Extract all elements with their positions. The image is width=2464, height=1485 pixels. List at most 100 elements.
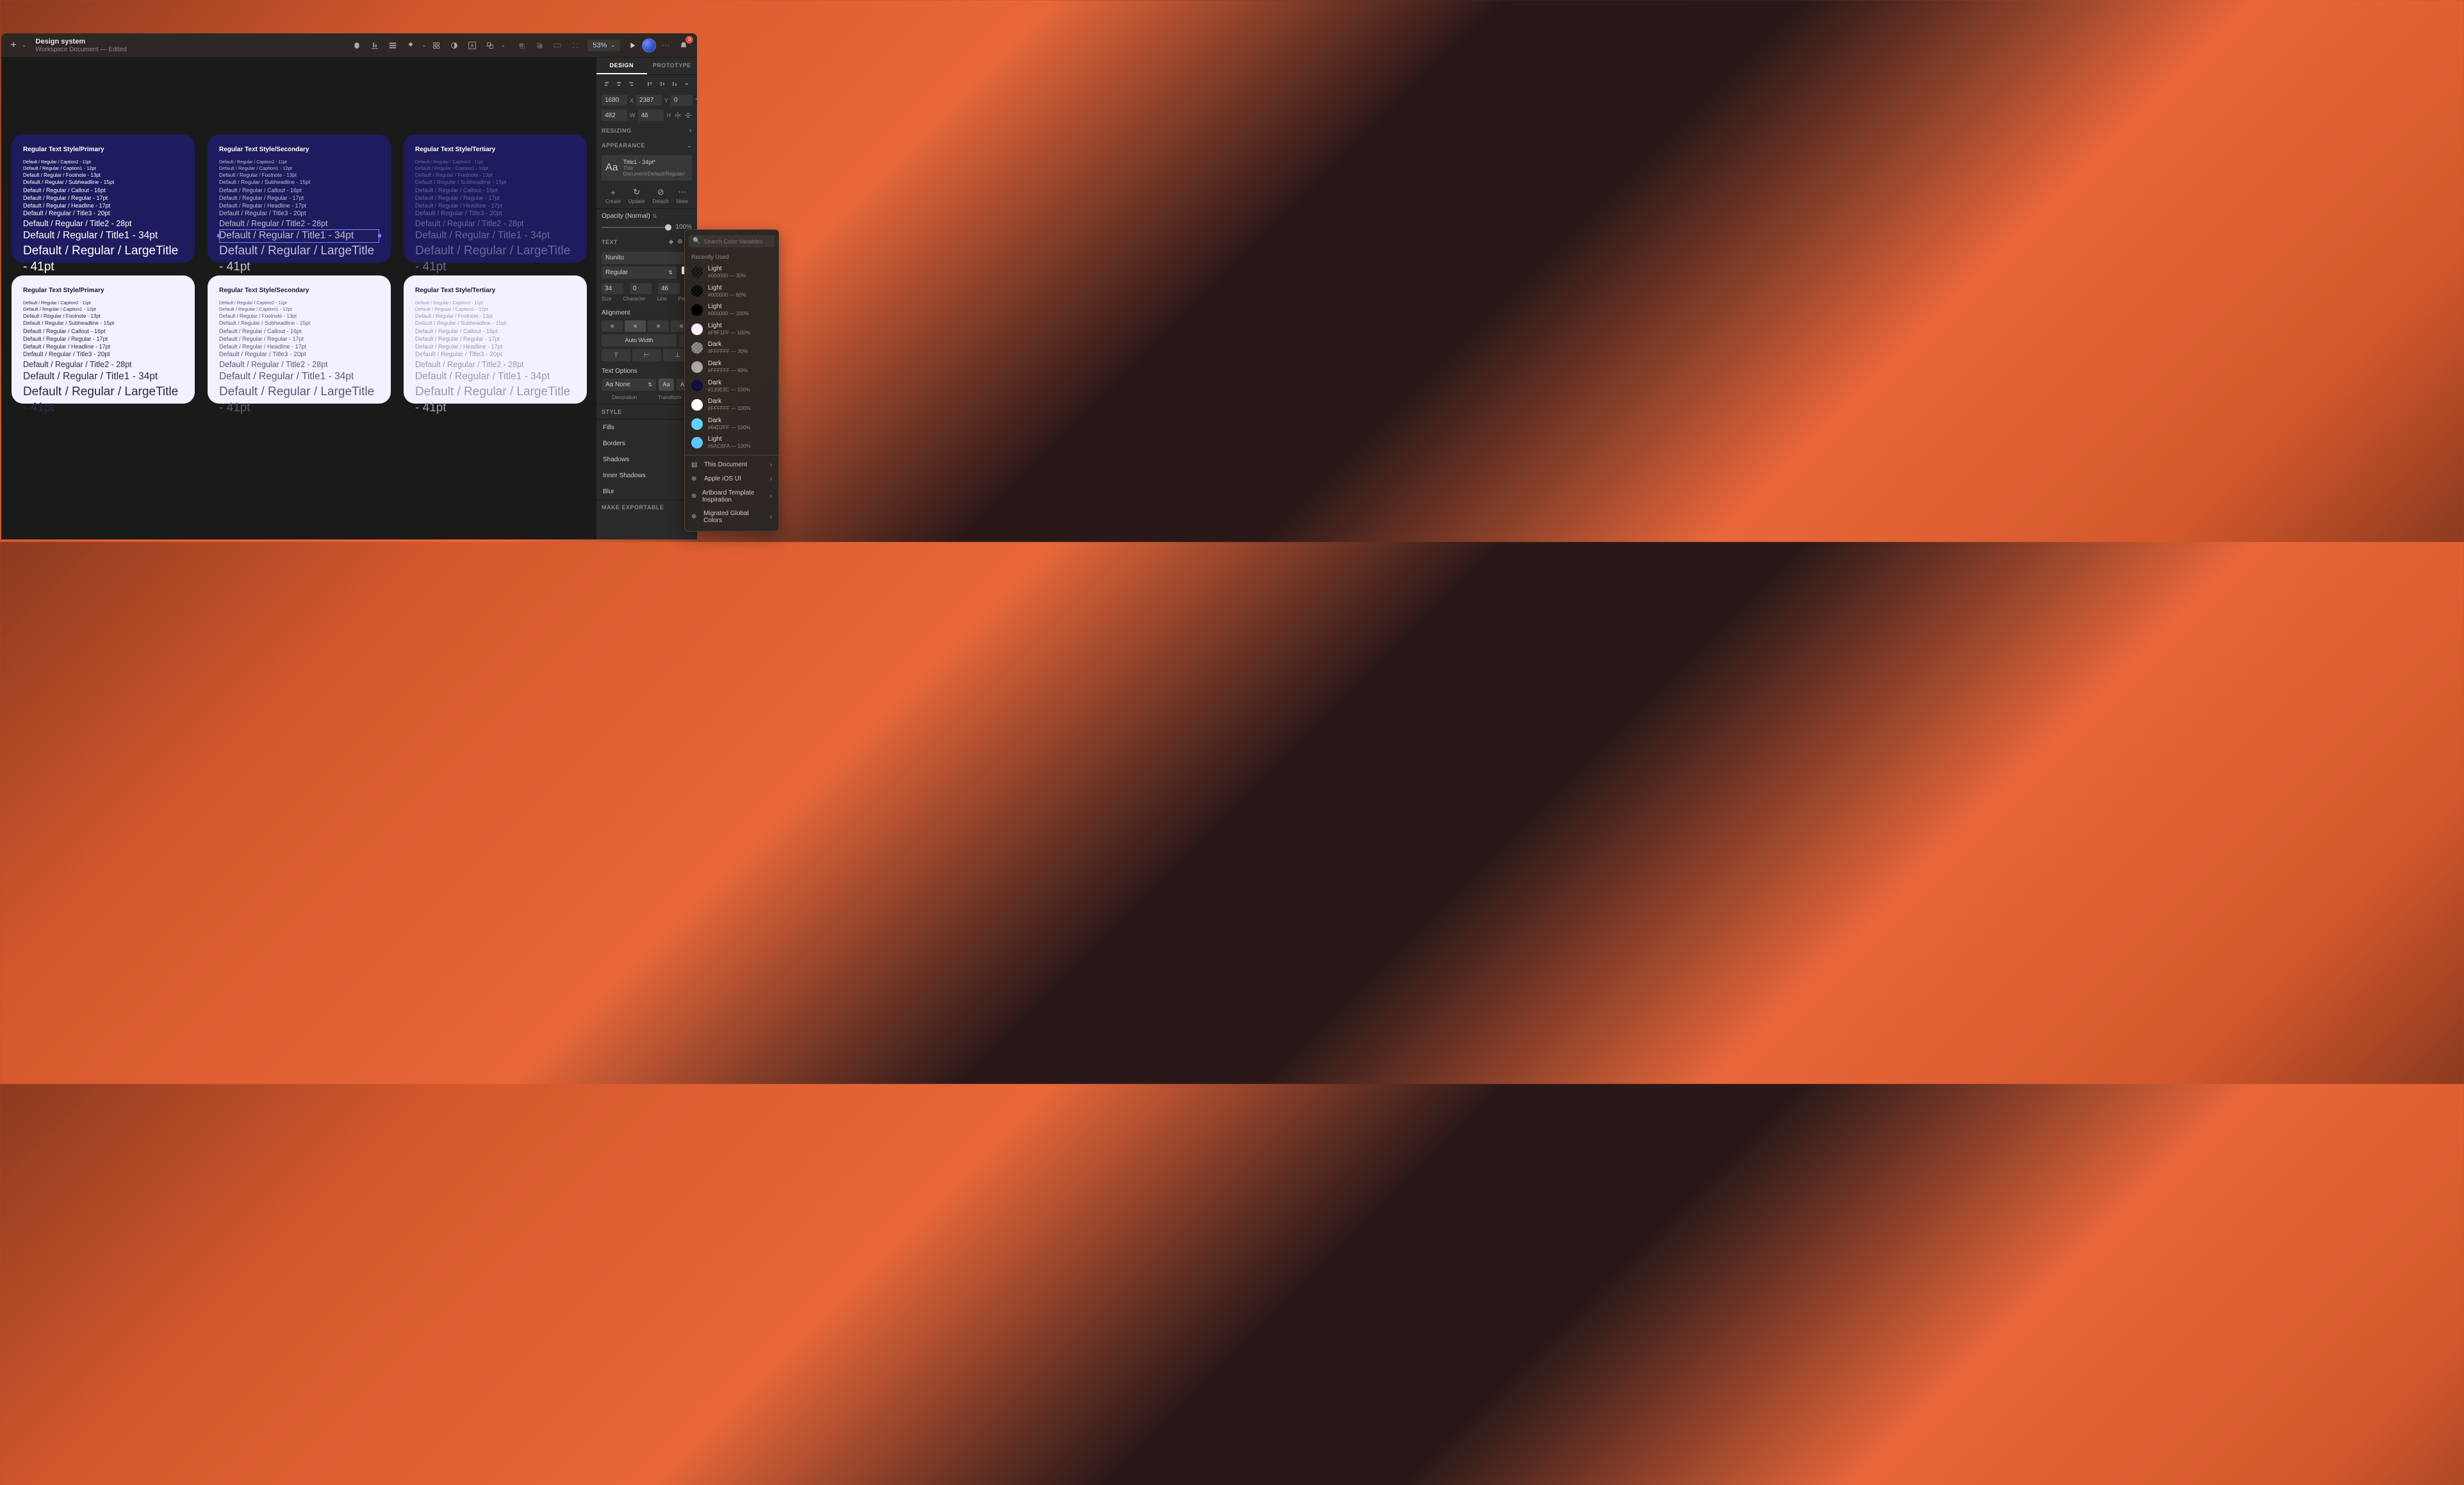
export-header[interactable]: MAKE EXPORTABLE+: [596, 500, 697, 514]
distribute-v-icon[interactable]: [682, 78, 692, 90]
expand-icon[interactable]: [567, 37, 584, 54]
y-input[interactable]: [636, 95, 662, 106]
library-row[interactable]: ⊕Migrated Global Colors›: [685, 507, 778, 527]
text-style-sample[interactable]: Default / Regular / Footnote - 13pt: [415, 172, 575, 179]
resizing-header[interactable]: RESIZING›: [596, 123, 697, 138]
expand-h-icon[interactable]: [549, 37, 566, 54]
text-style-sample[interactable]: Default / Regular / Title3 - 20pt: [415, 209, 575, 218]
color-swatch-row[interactable]: Light#000000 — 60%: [685, 282, 778, 301]
text-style-sample[interactable]: Default / Regular / Caption2 - 11pt: [415, 300, 575, 306]
style-section-blur[interactable]: Blur: [596, 484, 697, 500]
library-row[interactable]: ▤This Document›: [685, 458, 778, 472]
insert-dropdown[interactable]: ⌄: [22, 42, 27, 49]
create-symbol-icon[interactable]: [428, 37, 445, 54]
text-style-icon[interactable]: ◈: [669, 238, 673, 245]
text-style-sample[interactable]: Default / Regular / Callout - 16pt: [23, 327, 183, 335]
color-swatch-row[interactable]: Dark#64D2FF — 100%: [685, 414, 778, 434]
color-swatch-row[interactable]: Light#000000 — 100%: [685, 300, 778, 320]
text-style-sample[interactable]: Default / Regular / Title3 - 20pt: [23, 209, 183, 218]
text-style-sample[interactable]: Default / Regular / Caption1 - 12pt: [23, 165, 183, 172]
text-style-sample[interactable]: Default / Regular / Subheadline - 15pt: [219, 179, 379, 186]
text-style-sample[interactable]: Default / Regular / Title3 - 20pt: [219, 209, 379, 218]
text-style-sample[interactable]: Default / Regular / Footnote - 13pt: [23, 313, 183, 320]
aa-none-select[interactable]: Aa None⇅: [602, 379, 656, 391]
text-style-sample[interactable]: Default / Regular / Title2 - 28pt: [415, 218, 575, 229]
text-align-left[interactable]: ≡: [602, 320, 623, 332]
library-row[interactable]: ⊕Artboard Template Inspiration›: [685, 486, 778, 507]
text-style-sample[interactable]: Default / Regular / Title1 - 34pt: [219, 370, 379, 384]
text-settings-icon[interactable]: ⚙: [677, 238, 683, 245]
text-style-sample[interactable]: Default / Regular / Regular - 17pt: [23, 335, 183, 343]
text-v-mid[interactable]: ⊢: [632, 349, 661, 361]
text-style-sample[interactable]: Default / Regular / LargeTitle - 41pt: [219, 243, 379, 275]
cloud-icon[interactable]: ⋯: [657, 37, 674, 54]
align-left-icon[interactable]: [602, 78, 611, 90]
text-style-sample[interactable]: Default / Regular / Callout - 16pt: [415, 186, 575, 194]
text-style-sample[interactable]: Default / Regular / Title1 - 34pt: [415, 370, 575, 384]
color-search[interactable]: 🔍: [689, 235, 775, 247]
type-card[interactable]: Regular Text Style/PrimaryDefault / Regu…: [12, 275, 195, 404]
align-top-icon[interactable]: [645, 78, 655, 90]
type-card[interactable]: Regular Text Style/TertiaryDefault / Reg…: [404, 275, 587, 404]
distribute-icon[interactable]: [384, 37, 401, 54]
text-style-sample[interactable]: Default / Regular / Headline - 17pt: [219, 343, 379, 350]
insert-button[interactable]: +: [6, 38, 21, 53]
text-style-sample[interactable]: Default / Regular / LargeTitle - 41pt: [415, 384, 575, 416]
scale-icon[interactable]: [482, 37, 498, 54]
type-card[interactable]: Regular Text Style/TertiaryDefault / Reg…: [404, 135, 587, 263]
appearance-header[interactable]: APPEARANCE⌄: [596, 138, 697, 152]
h-input[interactable]: [638, 110, 664, 121]
text-style-sample[interactable]: Default / Regular / Regular - 17pt: [219, 335, 379, 343]
component-detach[interactable]: ⊘Detach: [653, 187, 669, 204]
text-style-sample[interactable]: Default / Regular / Caption1 - 12pt: [219, 306, 379, 313]
scale-dropdown[interactable]: ⌄: [501, 42, 506, 49]
text-style-sample[interactable]: Default / Regular / Subheadline - 15pt: [415, 320, 575, 327]
text-style-sample[interactable]: Default / Regular / LargeTitle - 41pt: [219, 384, 379, 416]
auto-width-btn[interactable]: Auto Width: [602, 334, 677, 347]
text-style-sample[interactable]: Default / Regular / Callout - 16pt: [219, 327, 379, 335]
style-section-fills[interactable]: Fills: [596, 420, 697, 436]
backward-icon[interactable]: [531, 37, 548, 54]
text-align-center[interactable]: ≡: [625, 320, 646, 332]
x-input[interactable]: [602, 95, 627, 106]
notifications-button[interactable]: 3: [675, 37, 692, 54]
text-style-sample[interactable]: Default / Regular / Footnote - 13pt: [23, 172, 183, 179]
text-style-sample[interactable]: Default / Regular / Callout - 16pt: [219, 186, 379, 194]
text-style-sample[interactable]: Default / Regular / Headline - 17pt: [23, 343, 183, 350]
text-style-sample[interactable]: Default / Regular / Caption2 - 11pt: [219, 160, 379, 165]
case-sentence[interactable]: Aa: [659, 379, 674, 391]
color-swatch-row[interactable]: Dark#FFFFFF — 100%: [685, 395, 778, 414]
text-style-sample[interactable]: Default / Regular / Regular - 17pt: [415, 335, 575, 343]
color-search-input[interactable]: [703, 238, 778, 245]
text-style-sample[interactable]: Default / Regular / LargeTitle - 41pt: [23, 243, 183, 275]
text-style-sample[interactable]: Default / Regular / Headline - 17pt: [415, 202, 575, 209]
canvas[interactable]: Regular Text Style/PrimaryDefault / Regu…: [1, 58, 596, 539]
mask-icon[interactable]: [446, 37, 463, 54]
style-header[interactable]: STYLE: [596, 404, 697, 419]
text-style-sample[interactable]: Default / Regular / Regular - 17pt: [415, 194, 575, 202]
text-style-sample[interactable]: Default / Regular / Title2 - 28pt: [219, 218, 379, 229]
text-style-sample[interactable]: Default / Regular / Caption1 - 12pt: [415, 306, 575, 313]
text-style-sample[interactable]: Default / Regular / Caption2 - 11pt: [23, 300, 183, 306]
component-update[interactable]: ↻Update: [628, 187, 645, 204]
text-style-sample[interactable]: Default / Regular / Caption2 - 11pt: [219, 300, 379, 306]
text-style-sample[interactable]: Default / Regular / Caption2 - 11pt: [23, 160, 183, 165]
style-section-borders[interactable]: Borders: [596, 436, 697, 452]
align-right-icon[interactable]: [627, 78, 636, 90]
text-style-sample[interactable]: Default / Regular / Regular - 17pt: [23, 194, 183, 202]
align-bottom-icon[interactable]: [366, 37, 383, 54]
tab-prototype[interactable]: PROTOTYPE: [647, 58, 698, 74]
text-style-sample[interactable]: Default / Regular / Caption2 - 11pt: [415, 160, 575, 165]
text-style-sample[interactable]: Default / Regular / Caption1 - 12pt: [23, 306, 183, 313]
text-style-sample[interactable]: Default / Regular / Subheadline - 15pt: [415, 179, 575, 186]
text-align-right[interactable]: ≡: [648, 320, 669, 332]
text-header[interactable]: TEXT ◈⚙⌄: [596, 234, 697, 249]
w-input[interactable]: [602, 110, 627, 121]
component-more[interactable]: ⋯More: [677, 187, 688, 204]
align-center-v-icon[interactable]: [657, 78, 667, 90]
text-style-sample[interactable]: Default / Regular / Footnote - 13pt: [415, 313, 575, 320]
color-swatch-row[interactable]: Light#000000 — 30%: [685, 263, 778, 282]
text-style-sample[interactable]: Default / Regular / Regular - 17pt: [219, 194, 379, 202]
font-size-step[interactable]: [630, 283, 652, 294]
text-style-sample[interactable]: Default / Regular / Title2 - 28pt: [219, 359, 379, 370]
